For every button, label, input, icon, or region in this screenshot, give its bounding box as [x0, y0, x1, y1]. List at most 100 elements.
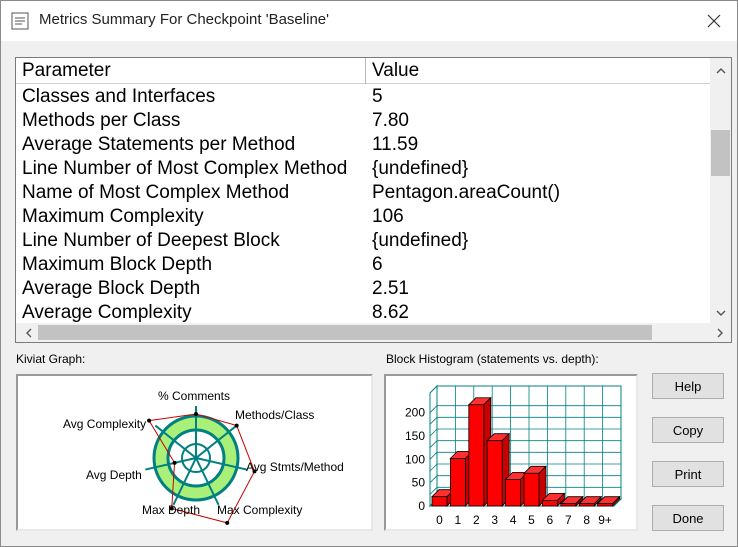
cell-value: 6	[372, 254, 383, 275]
cell-parameter: Average Complexity	[22, 302, 192, 323]
cell-parameter: Name of Most Complex Method	[22, 182, 290, 203]
close-icon	[707, 14, 721, 28]
done-button[interactable]: Done	[652, 505, 724, 531]
histogram-bar	[450, 458, 466, 507]
kiviat-svg: % Comments Methods/Class Avg Stmts/Method M…	[63, 389, 344, 525]
close-button[interactable]	[699, 7, 729, 35]
kiviat-axis-label: Max Depth	[142, 503, 200, 517]
kiviat-point	[194, 412, 198, 416]
title-bar: Metrics Summary For Checkpoint 'Baseline…	[1, 1, 737, 41]
cell-value: 7.80	[372, 110, 409, 131]
cell-value: {undefined}	[372, 158, 469, 179]
vertical-scrollbar[interactable]	[710, 58, 731, 323]
chevron-right-icon	[717, 328, 723, 337]
histogram-y-tick-label: 100	[405, 452, 425, 466]
kiviat-point	[234, 423, 239, 428]
kiviat-axis-label: Avg Stmts/Method	[246, 460, 344, 474]
cell-parameter: Classes and Interfaces	[22, 86, 216, 107]
table-row[interactable]: Maximum Block Depth 6	[16, 253, 710, 277]
scroll-down-button[interactable]	[710, 303, 731, 323]
table-row[interactable]: Methods per Class 7.80	[16, 109, 710, 133]
table-header: Parameter Value	[16, 58, 710, 84]
cell-parameter: Line Number of Most Complex Method	[22, 158, 348, 179]
cell-value: 8.62	[372, 302, 409, 323]
kiviat-graph: % Comments Methods/Class Avg Stmts/Method M…	[16, 374, 373, 531]
histogram-bar	[486, 440, 503, 507]
table-row[interactable]: Average Block Depth 2.51	[16, 277, 710, 301]
scroll-right-button[interactable]	[710, 323, 731, 342]
histogram-y-tick-label: 200	[405, 406, 425, 420]
histogram-x-tick-label: 7	[565, 513, 572, 527]
kiviat-axis-label: Avg Depth	[86, 468, 142, 482]
histogram-x-tick-label: 2	[473, 513, 480, 527]
kiviat-point	[172, 460, 177, 465]
scrollbar-corner	[710, 323, 731, 342]
help-button[interactable]: Help	[652, 373, 724, 399]
histogram-bar	[597, 503, 614, 507]
cell-parameter: Average Statements per Method	[22, 134, 296, 155]
kiviat-axis-label: Methods/Class	[235, 408, 314, 422]
metrics-table[interactable]: Parameter Value Classes and Interfaces 5 …	[15, 57, 732, 343]
block-histogram: 0 50 100 150 200 0 1 2 3 4 5 6 7 8 9+	[384, 374, 638, 531]
cell-value: Pentagon.areaCount()	[372, 182, 561, 203]
histogram-x-tick-label: 9+	[598, 513, 612, 527]
histogram-y-tick-label: 0	[418, 499, 425, 513]
chevron-left-icon	[25, 328, 31, 337]
kiviat-axis-label: % Comments	[158, 389, 230, 403]
column-header-value[interactable]: Value	[366, 58, 710, 84]
window-icon	[11, 12, 29, 30]
kiviat-axis-label: Max Complexity	[217, 503, 302, 517]
cell-parameter: Average Block Depth	[22, 278, 201, 299]
histogram-y-tick-label: 150	[405, 429, 425, 443]
histogram-bar	[578, 503, 595, 507]
table-row[interactable]: Line Number of Most Complex Method {undef…	[16, 157, 710, 181]
table-row[interactable]: Average Statements per Method 11.59	[16, 133, 710, 157]
histogram-x-tick-label: 6	[547, 513, 554, 527]
table-body: Classes and Interfaces 5 Methods per Clas…	[16, 85, 710, 323]
cell-value: 2.51	[372, 278, 409, 299]
kiviat-point	[147, 418, 152, 423]
cell-parameter: Line Number of Deepest Block	[22, 230, 280, 251]
scroll-left-button[interactable]	[18, 323, 38, 342]
cell-parameter: Maximum Block Depth	[22, 254, 213, 275]
vertical-scroll-thumb[interactable]	[711, 130, 730, 176]
kiviat-point	[225, 520, 230, 525]
metrics-summary-window: Metrics Summary For Checkpoint 'Baseline…	[0, 0, 738, 547]
cell-value: 5	[372, 86, 383, 107]
chevron-down-icon	[716, 310, 725, 316]
histogram-x-tick-label: 1	[455, 513, 462, 527]
histogram-svg: 0501001502000 1 2 3 4 5 6 7 8 9+	[405, 384, 623, 527]
cell-value: 106	[372, 206, 404, 227]
cell-parameter: Maximum Complexity	[22, 206, 204, 227]
cell-parameter: Methods per Class	[22, 110, 181, 131]
table-row[interactable]: Name of Most Complex Method Pentagon.area…	[16, 181, 710, 205]
scroll-up-button[interactable]	[710, 60, 731, 80]
histogram-bar	[541, 500, 558, 507]
histogram-bar	[505, 479, 521, 507]
table-row[interactable]: Line Number of Deepest Block {undefined}	[16, 229, 710, 253]
horizontal-scroll-thumb[interactable]	[38, 325, 652, 340]
histogram-bar	[560, 503, 577, 507]
kiviat-graph-label: Kiviat Graph:	[16, 352, 86, 366]
print-button[interactable]: Print	[652, 461, 724, 487]
block-histogram-label: Block Histogram (statements vs. depth):	[386, 352, 599, 366]
table-row[interactable]: Average Complexity 8.62	[16, 301, 710, 323]
copy-button[interactable]: Copy	[652, 417, 724, 443]
histogram-x-tick-label: 3	[491, 513, 498, 527]
histogram-bar	[431, 496, 448, 507]
histogram-x-tick-label: 4	[510, 513, 517, 527]
cell-value: 11.59	[372, 134, 419, 155]
histogram-x-tick-label: 5	[528, 513, 535, 527]
histogram-y-tick-label: 50	[412, 476, 426, 490]
histogram-x-tick-label: 8	[583, 513, 590, 527]
horizontal-scrollbar[interactable]	[16, 323, 710, 342]
window-title: Metrics Summary For Checkpoint 'Baseline…	[39, 11, 329, 28]
histogram-x-tick-label: 0	[436, 513, 443, 527]
histogram-bar	[468, 404, 485, 507]
column-header-parameter[interactable]: Parameter	[16, 58, 366, 84]
table-row[interactable]: Maximum Complexity 106	[16, 205, 710, 229]
kiviat-axis-label: Avg Complexity	[63, 417, 146, 431]
table-row[interactable]: Classes and Interfaces 5	[16, 85, 710, 109]
cell-value: {undefined}	[372, 230, 469, 251]
chevron-up-icon	[716, 67, 725, 73]
